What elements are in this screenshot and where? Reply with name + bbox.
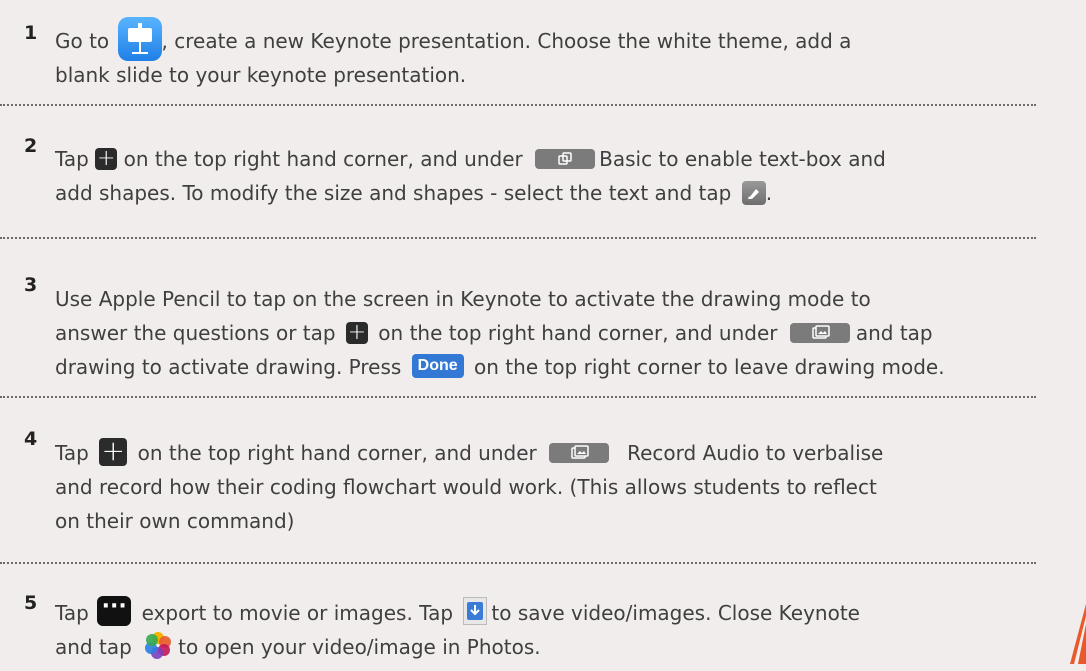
step-text-part: drawing to activate drawing. Press [55, 355, 402, 379]
decorative-corner-stripe [1056, 594, 1086, 664]
keynote-app-icon [117, 16, 162, 61]
step-text-part: to open your video/image in Photos. [178, 635, 541, 659]
plus-icon: + [95, 145, 118, 171]
step-text-part: on the top right hand corner, and under [123, 147, 523, 171]
step-text-part: answer the questions or tap [55, 321, 336, 345]
step-text-part: and record how their coding flowchart wo… [55, 475, 877, 499]
plus-icon: + [99, 436, 128, 466]
step-text: Tap ··· export to movie or images. Tap t… [55, 595, 1076, 664]
step-number: 1 [24, 22, 38, 44]
step-text-part: . [765, 181, 773, 205]
step-text-part: add shapes. To modify the size and shape… [55, 181, 732, 205]
divider [0, 562, 1036, 564]
step-text: Use Apple Pencil to tap on the screen in… [55, 282, 1076, 384]
media-tab-icon [549, 442, 610, 463]
step-text-part: Tap [55, 441, 89, 465]
step-text-part: Record Audio to verbalise [627, 441, 884, 465]
step-text-part: Tap [55, 601, 89, 625]
step-text-part: on the top right corner to leave drawing… [474, 355, 945, 379]
plus-icon: + [345, 319, 368, 345]
step-text-part: on their own command) [55, 509, 295, 533]
step-text-part: to save video/images. Close Keynote [491, 601, 860, 625]
format-brush-icon [741, 180, 766, 205]
step-text-part: and tap [55, 635, 132, 659]
step-text-part: export to movie or images. Tap [141, 601, 454, 625]
step-text-part: and tap [855, 321, 933, 345]
photos-app-icon [142, 629, 174, 661]
step-number: 5 [24, 592, 38, 614]
divider [0, 396, 1036, 398]
step-text: Tap + on the top right hand corner, and … [55, 436, 1076, 538]
step-number: 2 [24, 135, 38, 157]
step-number: 3 [24, 274, 38, 296]
step-text-part: on the top right hand corner, and under [137, 441, 537, 465]
step-text: Tap + on the top right hand corner, and … [55, 142, 1076, 210]
more-icon: ··· [97, 595, 132, 626]
step-text-part: Tap [55, 147, 89, 171]
done-button-icon: Done [411, 353, 464, 378]
step-text-part: Use Apple Pencil to tap on the screen in… [55, 287, 871, 311]
step-text-part: , create a new Keynote presentation. Cho… [161, 29, 852, 53]
divider [0, 237, 1036, 239]
step-text-part: on the top right hand corner, and under [378, 321, 778, 345]
save-download-icon [463, 596, 488, 625]
step-text-part: Go to [55, 29, 110, 53]
step-text: Go to , create a new Keynote presentatio… [55, 16, 1076, 92]
step-number: 4 [24, 428, 38, 450]
step-text-part: Basic to enable text-box and [599, 147, 886, 171]
media-tab-icon [789, 322, 850, 343]
divider [0, 104, 1036, 106]
step-text-part: blank slide to your keynote presentation… [55, 63, 467, 87]
shapes-tab-icon [535, 148, 596, 169]
